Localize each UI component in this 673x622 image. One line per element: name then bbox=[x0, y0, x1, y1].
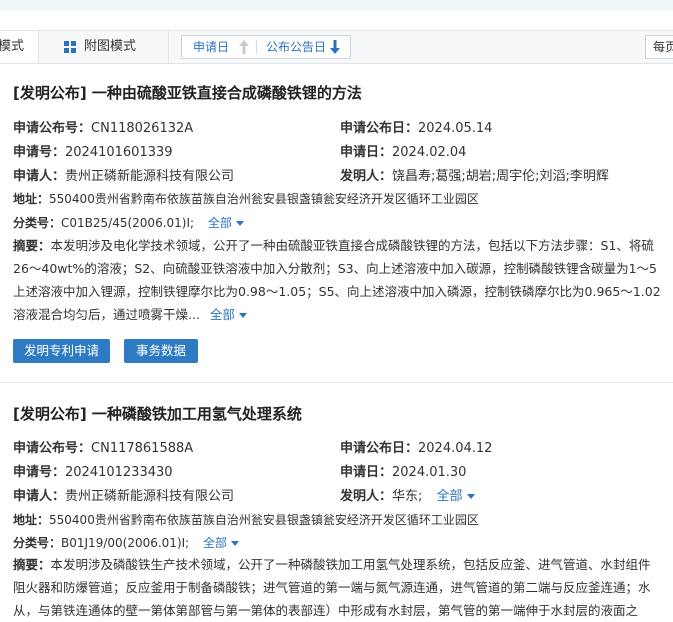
sort-application-date-label: 申请日 bbox=[193, 40, 230, 54]
image-mode-label: 附图模式 bbox=[84, 39, 137, 54]
per-page-select[interactable]: 每页 bbox=[645, 35, 673, 59]
classification-expand-link[interactable]: 全部 bbox=[203, 536, 240, 550]
application-number: 申请号：2024101233430 bbox=[13, 465, 173, 480]
publication-number: 申请公布号：CN117861588A bbox=[13, 441, 194, 456]
address: 地址：550400贵州省黔南布依族苗族自治州瓮安县银盏镇瓮安经济开发区循环工业园… bbox=[13, 513, 479, 527]
abstract: 摘要：本发明涉及磷酸铁生产技术领域，公开了一种磷酸铁加工用氢气处理系统，包括反应… bbox=[13, 553, 673, 622]
image-mode-tab[interactable]: 附图模式 bbox=[40, 31, 169, 63]
view-toolbar: 模式 附图模式 申请日 公布公告日 每页 bbox=[0, 30, 673, 64]
inventors-expand-link[interactable]: 全部 bbox=[437, 489, 475, 504]
arrow-up-icon bbox=[239, 40, 249, 54]
result-title[interactable]: [发明公布] 一种磷酸铁加工用氢气处理系统 bbox=[13, 403, 302, 424]
abstract-line: 上述溶液中加入锂源，控制铁锂摩尔比为0.98～1.05；S5、向上述溶液中加入磷… bbox=[13, 284, 661, 299]
sort-separator bbox=[256, 40, 257, 54]
abstract-line: 阻火器和防爆管道；反应釜用于制备磷酸铁；进气管道的第一端与氮气源连通，进气管道的… bbox=[13, 580, 651, 595]
publication-date: 申请公布日：2024.05.14 bbox=[340, 121, 493, 136]
inventors: 发明人：华东; 全部 bbox=[340, 485, 475, 504]
application-date: 申请日：2024.01.30 bbox=[340, 465, 467, 480]
per-page-label: 每页 bbox=[653, 40, 673, 54]
applicant: 申请人：贵州正磷新能源科技有限公司 bbox=[13, 489, 235, 504]
publication-date: 申请公布日：2024.04.12 bbox=[340, 441, 493, 456]
transaction-data-button[interactable]: 事务数据 bbox=[124, 339, 198, 363]
applicant: 申请人：贵州正磷新能源科技有限公司 bbox=[13, 169, 235, 184]
sort-group: 申请日 公布公告日 bbox=[181, 35, 351, 59]
address: 地址：550400贵州省黔南布依族苗族自治州瓮安县银盏镇瓮安经济开发区循环工业园… bbox=[13, 192, 479, 206]
caret-down-icon bbox=[466, 494, 475, 499]
abstract: 摘要：本发明涉及电化学技术领域，公开了一种由硫酸亚铁直接合成磷酸铁锂的方法，包括… bbox=[13, 234, 673, 326]
abstract-line: 溶液混合均匀后，通过喷雾干燥... 全部 bbox=[13, 303, 673, 326]
sort-publication-date-label: 公布公告日 bbox=[266, 40, 327, 54]
abstract-line: 摘要：本发明涉及磷酸铁生产技术领域，公开了一种磷酸铁加工用氢气处理系统，包括反应… bbox=[13, 557, 651, 572]
application-date: 申请日：2024.02.04 bbox=[340, 145, 467, 160]
top-strip bbox=[0, 0, 673, 10]
abstract-line: 从，与第铁连通体的壁一第体第部管与第一第体的表部连）中形成有水封层，第气管的第一… bbox=[13, 603, 639, 618]
application-number: 申请号：2024101601339 bbox=[13, 145, 173, 160]
caret-down-icon bbox=[235, 221, 244, 226]
sort-by-publication-date-button[interactable]: 公布公告日 bbox=[266, 36, 326, 58]
caret-down-icon bbox=[238, 313, 247, 318]
classification: 分类号：C01B25/45(2006.01)I; 全部 bbox=[13, 214, 244, 231]
caret-down-icon bbox=[231, 541, 240, 546]
sort-by-application-date-button[interactable]: 申请日 bbox=[193, 36, 229, 58]
invention-application-button[interactable]: 发明专利申请 bbox=[13, 339, 110, 363]
classification-expand-link[interactable]: 全部 bbox=[208, 216, 244, 230]
arrow-down-icon bbox=[330, 40, 340, 54]
result-divider bbox=[0, 382, 673, 383]
inventors: 发明人：饶昌寿;葛强;胡岩;周宇伦;刘滔;李明辉 bbox=[340, 169, 609, 184]
abstract-expand-link[interactable]: 全部 bbox=[210, 307, 247, 322]
list-mode-tab[interactable]: 模式 bbox=[0, 31, 39, 63]
publication-number: 申请公布号：CN118026132A bbox=[13, 121, 194, 136]
abstract-line: 26～40wt%的溶液；S2、向硫酸亚铁溶液中加入分散剂；S3、向上述溶液中加入… bbox=[13, 261, 657, 276]
grid-icon bbox=[64, 41, 76, 53]
result-title[interactable]: [发明公布] 一种由硫酸亚铁直接合成磷酸铁锂的方法 bbox=[13, 82, 362, 103]
list-mode-label: 模式 bbox=[0, 39, 25, 54]
abstract-line: 摘要：本发明涉及电化学技术领域，公开了一种由硫酸亚铁直接合成磷酸铁锂的方法，包括… bbox=[13, 238, 654, 253]
classification: 分类号：B01J19/00(2006.01)I; 全部 bbox=[13, 534, 240, 551]
